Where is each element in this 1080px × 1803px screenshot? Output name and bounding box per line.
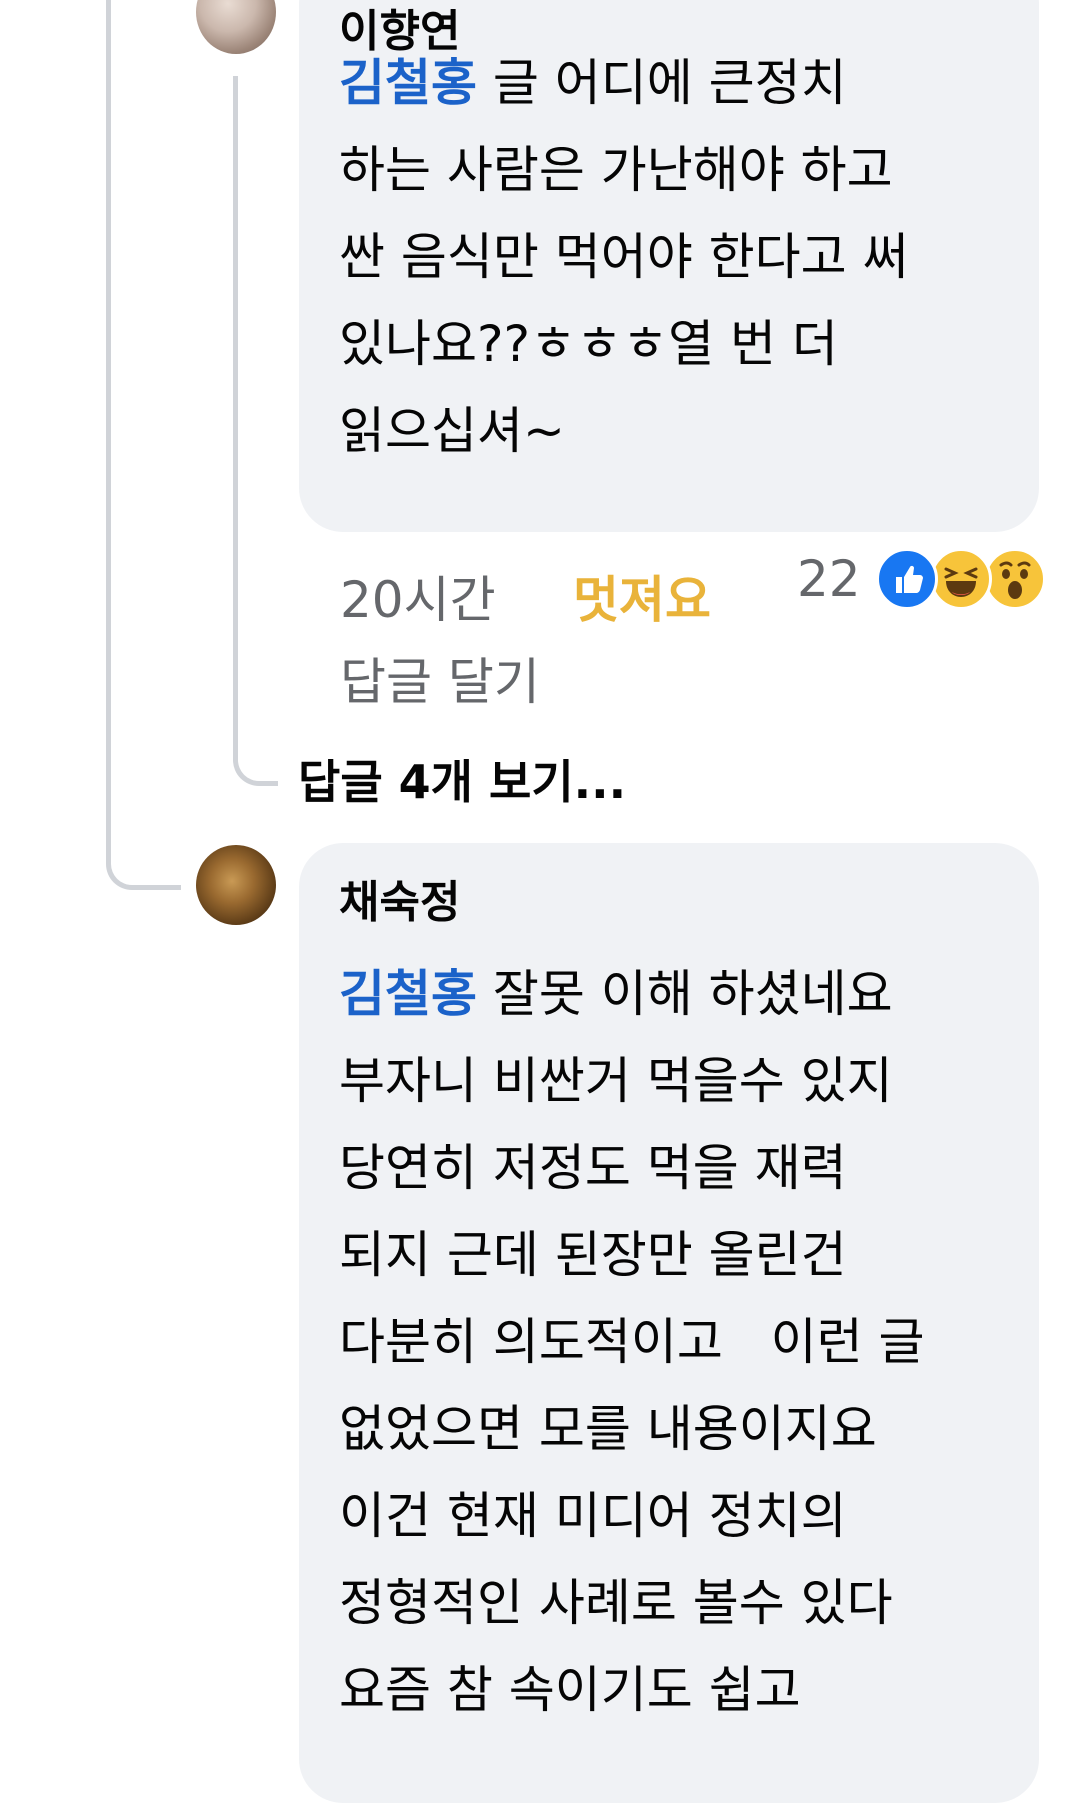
comment-line: 요즘 참 속이기도 쉽고 <box>339 1661 801 1719</box>
comment-line: 정형적인 사례로 볼수 있다 <box>339 1574 893 1632</box>
view-replies-link[interactable]: 답글 4개 보기... <box>298 746 626 812</box>
comment-line: 김철홍 잘못 이해 하셨네요 <box>339 965 893 1023</box>
avatar[interactable] <box>196 0 276 54</box>
comment-bubble: 이향연 김철홍 글 어디에 큰정치 하는 사람은 가난해야 하고 싼 음식만 먹… <box>299 0 1039 532</box>
comment-author[interactable]: 채숙정 <box>339 877 460 929</box>
comment-body: 김철홍 잘못 이해 하셨네요 부자니 비싼거 먹을수 있지 당연히 저정도 먹을… <box>339 951 1019 1734</box>
comment-line: 이건 현재 미디어 정치의 <box>339 1487 847 1545</box>
thread-line-outer <box>106 0 181 890</box>
reaction-icons[interactable] <box>876 548 1046 610</box>
mention-link[interactable]: 김철홍 <box>339 965 477 1023</box>
avatar[interactable] <box>196 845 276 925</box>
haha-icon <box>930 548 992 610</box>
comment-line: 부자니 비싼거 먹을수 있지 <box>339 1052 893 1110</box>
thread-line-inner <box>233 76 278 786</box>
comment-line: 없었으면 모를 내용이지요 <box>339 1400 877 1458</box>
wow-icon <box>984 548 1046 610</box>
comment-line: 김철홍 글 어디에 큰정치 <box>339 54 847 112</box>
reaction-count[interactable]: 22 <box>797 550 861 608</box>
reply-button[interactable]: 답글 달기 <box>340 642 540 714</box>
comment-line: 읽으십셔~ <box>339 402 565 460</box>
comment-line: 되지 근데 된장만 올린건 <box>339 1226 847 1284</box>
comment-body: 김철홍 글 어디에 큰정치 하는 사람은 가난해야 하고 싼 음식만 먹어야 한… <box>339 40 1019 475</box>
comment-line: 있나요??ㅎㅎㅎ열 번 더 <box>339 315 838 373</box>
comment-line: 싼 음식만 먹어야 한다고 써 <box>339 228 909 286</box>
comment-line: 다분히 의도적이고 이런 글 <box>339 1313 925 1371</box>
comment-line: 하는 사람은 가난해야 하고 <box>339 141 893 199</box>
reaction-button[interactable]: 멋져요 <box>573 560 711 632</box>
mention-link[interactable]: 김철홍 <box>339 54 477 112</box>
comment-bubble: 채숙정 김철홍 잘못 이해 하셨네요 부자니 비싼거 먹을수 있지 당연히 저정… <box>299 843 1039 1803</box>
comment-line: 당연히 저정도 먹을 재력 <box>339 1139 847 1197</box>
like-icon <box>876 548 938 610</box>
comment-timestamp[interactable]: 20시간 <box>340 560 496 632</box>
